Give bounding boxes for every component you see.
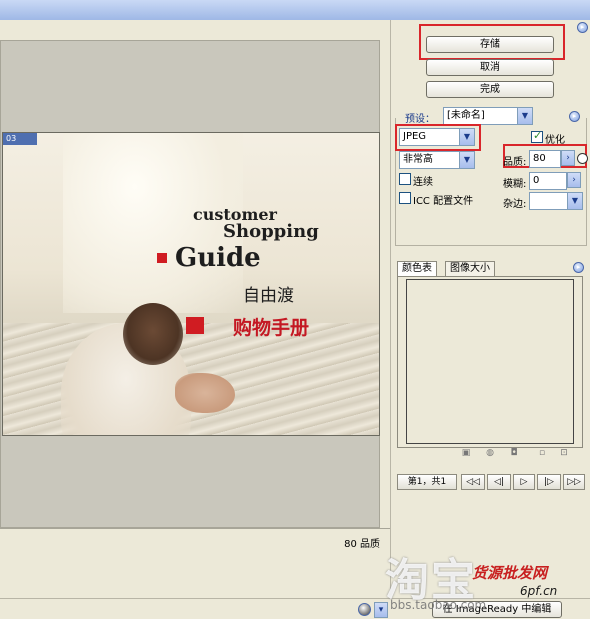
blur-label: 模糊: [503, 179, 527, 190]
color-table-menu-icon[interactable]: ▸ [573, 262, 584, 273]
next-frame-button[interactable]: |▷ [537, 474, 561, 490]
slice-tag: 03 [3, 133, 37, 145]
color-table [406, 279, 574, 444]
photo-text-shopping: Shopping [223, 221, 319, 242]
last-frame-button[interactable]: ▷▷ [563, 474, 585, 490]
format-select[interactable]: JPEG ▼ [399, 128, 475, 146]
girl-head [123, 303, 183, 365]
web-shift-icon[interactable]: ◍ [485, 448, 495, 458]
quality-input[interactable]: 80 [529, 150, 561, 168]
tab-color-table[interactable]: 颜色表 [397, 261, 437, 277]
matte-select[interactable]: ▼ [529, 192, 583, 210]
pane-menu-icon[interactable]: ▸ [577, 22, 588, 33]
frame-counter: 第1，共1 [397, 474, 457, 490]
chevron-down-icon: ▼ [567, 193, 582, 209]
red-square-large [186, 317, 204, 334]
chevron-down-icon: ▼ [459, 129, 474, 145]
done-button[interactable]: 完成 [426, 81, 554, 98]
trash-icon[interactable]: ⊡ [559, 448, 569, 458]
map-color-icon[interactable]: ▣ [461, 448, 471, 458]
chevron-down-icon: ▼ [459, 152, 474, 168]
save-button[interactable]: 存储 [426, 36, 554, 53]
icc-profile-checkbox[interactable] [399, 192, 411, 204]
cancel-button[interactable]: 取消 [426, 59, 554, 76]
blur-slider-arrow-icon[interactable]: › [567, 172, 581, 188]
quality-level-select[interactable]: 非常高 ▼ [399, 151, 475, 169]
play-button[interactable]: ▷ [513, 474, 535, 490]
quality-slider-arrow-icon[interactable]: › [561, 150, 575, 166]
quality-level-value: 非常高 [403, 154, 433, 165]
first-frame-button[interactable]: ◁◁ [461, 474, 485, 490]
watermark-site-url: 6pf.cn [520, 584, 558, 598]
browser-preview-icon[interactable] [358, 603, 371, 616]
girl-leg [175, 373, 235, 413]
lock-color-icon[interactable]: ◘ [509, 448, 519, 458]
progressive-label: 连续 [413, 177, 433, 188]
progressive-checkbox[interactable] [399, 173, 411, 185]
prev-frame-button[interactable]: ◁| [487, 474, 511, 490]
matte-label: 杂边: [503, 199, 527, 210]
icc-profile-label: ICC 配置文件 [413, 196, 474, 207]
window-titlebar [0, 0, 590, 20]
quality-mask-icon[interactable] [577, 153, 588, 164]
red-square-small [157, 253, 167, 263]
watermark-bbs: bbs.taobao.com [390, 598, 487, 612]
settings-pane: ▸ 存储 取消 完成 预设： [未命名] ▼ ▸ JPEG ▼ 优化 非常高 ▼… [390, 20, 590, 598]
photo-text-guide: Guide [175, 243, 261, 273]
preview-image: 03 customer Shopping Guide 自由渡 购物手册 [2, 132, 380, 436]
quality-label: 品质: [503, 157, 527, 168]
blur-input[interactable]: 0 [529, 172, 567, 190]
preview-status-strip: 80 品质 [0, 528, 390, 598]
new-color-icon[interactable]: ▫ [537, 448, 547, 458]
photo-text-brand: 自由渡 [243, 286, 294, 306]
photo-text-manual: 购物手册 [233, 317, 310, 339]
status-quality-readout: 80 品质 [344, 539, 380, 550]
bottom-toolbar: ▾ 在 ImageReady 中编辑 [0, 598, 590, 619]
watermark-site-cn: 货源批发网 [472, 564, 548, 582]
tab-image-size[interactable]: 图像大小 [445, 261, 495, 277]
format-value: JPEG [403, 131, 427, 142]
optimize-checkbox[interactable] [531, 129, 543, 143]
